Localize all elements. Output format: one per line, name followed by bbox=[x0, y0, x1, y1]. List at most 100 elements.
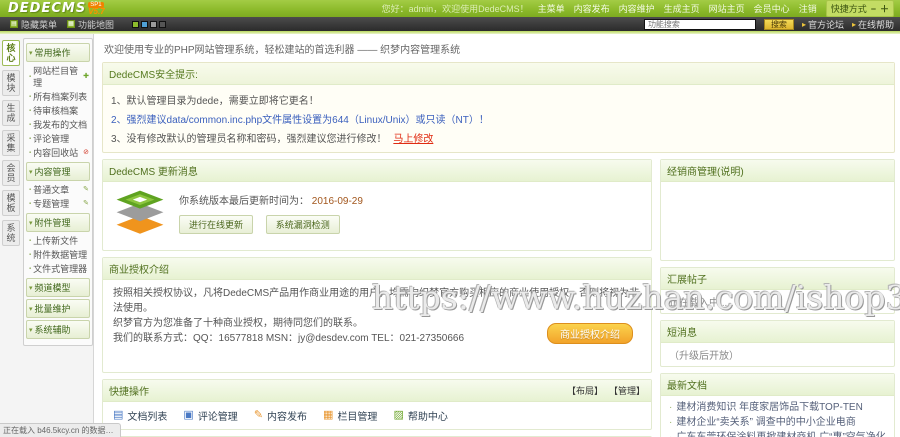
help-icon: ▨ bbox=[393, 409, 404, 421]
arrow-icon: ▸ bbox=[851, 19, 856, 29]
short-message-note: （升级后开放） bbox=[669, 351, 739, 362]
theme-green-swatch[interactable] bbox=[132, 20, 140, 28]
sidebar-menu: ▾ 常用操作 ▪ 网站栏目管理 ✚ ▪ 所有档案列表 ▪ 待审核档案 ▪ 我发布… bbox=[23, 38, 93, 346]
main-content: 欢迎使用专业的PHP网站管理系统，轻松建站的首选利器 —— 织梦内容管理系统 D… bbox=[94, 34, 900, 437]
sidebar-item-pending-archives[interactable]: ▪ 待审核档案 bbox=[26, 104, 90, 118]
short-message-title: 短消息 bbox=[661, 321, 894, 343]
browser-status-text: 正在载入 b46.5kcy.cn 的数据… bbox=[0, 423, 121, 437]
sidebar-item-special-topic[interactable]: ▪ 专题管理 ✎ bbox=[26, 197, 90, 211]
right-sidebar: 经销商管理(说明) 汇展帖子 正在载入中... 短消息 （升级后开放） 最新文档 bbox=[660, 159, 895, 437]
nav-member-center[interactable]: 会员中心 bbox=[754, 2, 790, 15]
menu-section-batch-maintain[interactable]: ▾ 批量维护 bbox=[26, 299, 90, 318]
nav-logout[interactable]: 注销 bbox=[799, 2, 817, 15]
folder-icon: ▦ bbox=[323, 409, 334, 421]
sidebar-item-upload-file[interactable]: ▪ 上传新文件 bbox=[26, 234, 90, 248]
security-tips-box: DedeCMS安全提示: 1、默认管理目录为dede，需要立即将它更名！ 2、强… bbox=[102, 62, 895, 153]
shortcut-plus-icon[interactable]: ＋ bbox=[880, 2, 889, 15]
sidebar-item-normal-article[interactable]: ▪ 普通文章 ✎ bbox=[26, 183, 90, 197]
license-intro-title: 商业授权介绍 bbox=[103, 258, 651, 280]
menu-section-channel-model[interactable]: ▾ 频道模型 bbox=[26, 278, 90, 297]
posts-loading-text: 正在载入中... bbox=[669, 298, 728, 309]
security-tip-3: 3、没有修改默认的管理员名称和密码，强烈建议您进行修改！ 马上修改 bbox=[111, 134, 434, 145]
layout-link[interactable]: 【布局】 bbox=[567, 384, 603, 397]
shortcut-button[interactable]: 快捷方式 − ＋ bbox=[825, 0, 894, 17]
huzhan-posts-box: 汇展帖子 正在载入中... bbox=[660, 267, 895, 314]
sidebar-item-recycle-bin[interactable]: ▪ 内容回收站 ⊘ bbox=[26, 146, 90, 160]
sidebar-item-all-archives[interactable]: ▪ 所有档案列表 bbox=[26, 90, 90, 104]
quick-comment-manage[interactable]: ▣ 评论管理 bbox=[183, 408, 237, 424]
dedecms-layers-logo bbox=[116, 190, 164, 234]
online-update-button[interactable]: 进行在线更新 bbox=[179, 215, 254, 234]
bullet-icon: · bbox=[669, 402, 673, 413]
function-search-input[interactable] bbox=[643, 18, 756, 30]
feature-map-button[interactable]: ▦ 功能地图 bbox=[67, 18, 114, 31]
recycle-icon: ⊘ bbox=[83, 149, 89, 156]
online-help-link[interactable]: ▸ 在线帮助 bbox=[852, 18, 894, 31]
latest-docs-box: 最新文档 · 建材消费知识 年度家居饰品下载TOP-TEN · 建材企业“卖关系” … bbox=[660, 373, 895, 437]
tab-core[interactable]: 核心 bbox=[2, 40, 20, 66]
sidebar-item-comment-manage[interactable]: ▪ 评论管理 bbox=[26, 132, 90, 146]
nav-site-home[interactable]: 网站主页 bbox=[709, 2, 745, 15]
quick-doc-list[interactable]: ▤ 文档列表 bbox=[113, 408, 167, 424]
menu-section-system-assist[interactable]: ▾ 系统辅助 bbox=[26, 320, 90, 339]
official-forum-link[interactable]: ▸ 官方论坛 bbox=[802, 18, 844, 31]
sidebar-item-site-columns[interactable]: ▪ 网站栏目管理 ✚ bbox=[26, 64, 90, 90]
greeting-text: 您好：admin，欢迎使用DedeCMS！ bbox=[381, 4, 529, 14]
plus-icon: ✚ bbox=[83, 73, 89, 80]
update-news-box: DedeCMS 更新消息 你系统版本最后更新时间为： 2016-09-29 进行… bbox=[102, 159, 652, 251]
nav-main-menu[interactable]: 主菜单 bbox=[538, 2, 565, 15]
bullet-icon: ▪ bbox=[29, 238, 32, 244]
bullet-icon: ▪ bbox=[29, 150, 32, 156]
quick-column-manage[interactable]: ▦ 栏目管理 bbox=[323, 408, 377, 424]
tab-system[interactable]: 系统 bbox=[2, 220, 20, 246]
bullet-icon: ▪ bbox=[29, 74, 32, 80]
doc-link[interactable]: · 建材消费知识 年度家居饰品下载TOP-TEN bbox=[669, 400, 886, 415]
tab-modules[interactable]: 模块 bbox=[2, 70, 20, 96]
manage-link[interactable]: 【管理】 bbox=[609, 384, 645, 397]
version-line: 你系统版本最后更新时间为： 2016-09-29 bbox=[179, 196, 363, 207]
doc-link[interactable]: · 建材企业“卖关系” 调查中的中小企业电商 bbox=[669, 415, 886, 430]
bullet-icon: ▪ bbox=[29, 94, 32, 100]
buy-license-button[interactable]: 商业授权介绍 bbox=[547, 323, 633, 344]
dedecms-admin-window: DEDECMS SP1 V5.7 您好：admin，欢迎使用DedeCMS！ 主… bbox=[0, 0, 900, 437]
fix-now-link[interactable]: 马上修改 bbox=[393, 134, 433, 145]
menu-section-common-ops[interactable]: ▾ 常用操作 bbox=[26, 43, 90, 62]
dealer-manage-body bbox=[661, 182, 894, 260]
sidebar-item-attachment-data[interactable]: ▪ 附件数据管理 bbox=[26, 248, 90, 262]
bullet-icon: · bbox=[669, 430, 672, 437]
comment-icon: ▣ bbox=[183, 409, 194, 421]
sidebar-item-file-manager[interactable]: ▪ 文件式管理器 bbox=[26, 262, 90, 276]
sidebar-item-my-documents[interactable]: ▪ 我发布的文档 bbox=[26, 118, 90, 132]
doc-link[interactable]: ·广东东莞环保涂料再掀建材商机 广“惠”空气净化 bbox=[669, 430, 886, 437]
huzhan-posts-title: 汇展帖子 bbox=[661, 268, 894, 290]
vulnerability-check-button[interactable]: 系统漏洞检测 bbox=[265, 215, 340, 234]
search-button[interactable]: 搜索 bbox=[763, 18, 794, 30]
shortcut-minus-icon[interactable]: − bbox=[871, 4, 876, 14]
chevron-down-icon: ▾ bbox=[29, 219, 33, 227]
bullet-icon: ▪ bbox=[29, 136, 32, 142]
nav-generate-home[interactable]: 生成主页 bbox=[664, 2, 700, 15]
tab-generate[interactable]: 生成 bbox=[2, 100, 20, 126]
bullet-icon: ▪ bbox=[29, 187, 32, 193]
top-header-bar: DEDECMS SP1 V5.7 您好：admin，欢迎使用DedeCMS！ 主… bbox=[0, 0, 900, 17]
theme-gray-swatch[interactable] bbox=[150, 20, 158, 28]
logo-version: V5.7 bbox=[88, 7, 105, 16]
chevron-icon: ▾ bbox=[29, 284, 33, 292]
theme-blue-swatch[interactable] bbox=[141, 20, 149, 28]
bullet-icon: ▪ bbox=[29, 201, 32, 207]
tab-member[interactable]: 会员 bbox=[2, 160, 20, 186]
bullet-icon: ▪ bbox=[29, 252, 32, 258]
chevron-down-icon: ▾ bbox=[29, 49, 33, 57]
nav-content-publish[interactable]: 内容发布 bbox=[574, 2, 610, 15]
quick-content-publish[interactable]: ✎ 内容发布 bbox=[254, 408, 307, 424]
version-date: 2016-09-29 bbox=[311, 196, 363, 207]
menu-section-attachments[interactable]: ▾ 附件管理 bbox=[26, 213, 90, 232]
quick-help-center[interactable]: ▨ 帮助中心 bbox=[393, 408, 447, 424]
tab-template[interactable]: 模板 bbox=[2, 190, 20, 216]
bullet-icon: ▪ bbox=[29, 266, 32, 272]
nav-content-maintain[interactable]: 内容维护 bbox=[619, 2, 655, 15]
tab-collect[interactable]: 采集 bbox=[2, 130, 20, 156]
hide-menu-button[interactable]: ▤ 隐藏菜单 bbox=[10, 18, 57, 31]
theme-dark-swatch[interactable] bbox=[159, 20, 167, 28]
menu-section-content[interactable]: ▾ 内容管理 bbox=[26, 162, 90, 181]
